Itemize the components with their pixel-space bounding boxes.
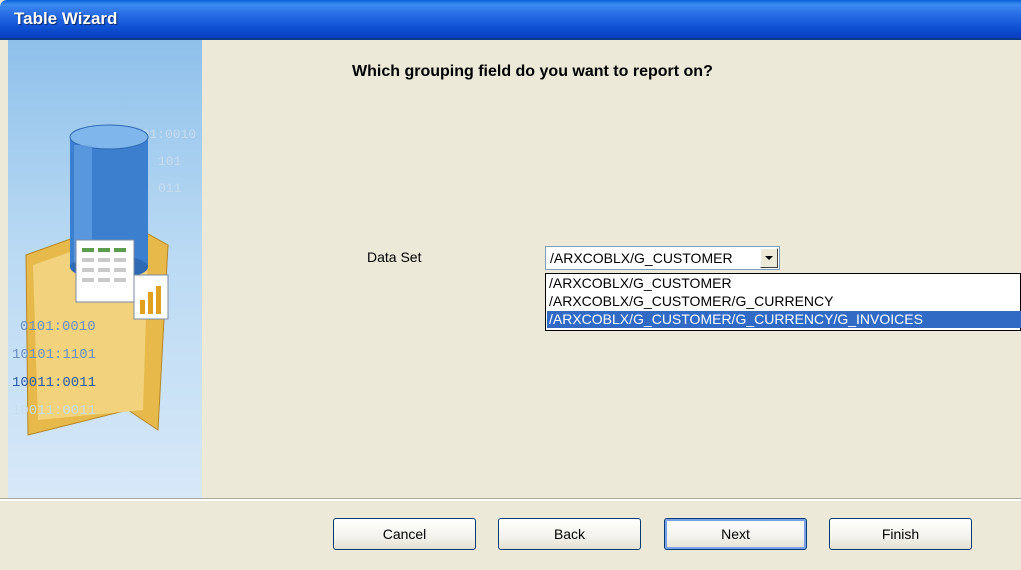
window-title: Table Wizard (14, 9, 118, 28)
binary-text: 10011:0011 (12, 403, 96, 419)
title-bar[interactable]: Table Wizard (0, 0, 1021, 40)
binary-text: 011 (158, 181, 182, 196)
wizard-database-graphic: 0101:0010 101 011 0101:0010 10101:1101 1… (12, 124, 196, 436)
back-button[interactable]: Back (498, 518, 641, 550)
finish-button[interactable]: Finish (829, 518, 972, 550)
chevron-down-icon[interactable] (760, 248, 778, 268)
binary-text: 10011:0011 (12, 375, 96, 391)
cancel-button[interactable]: Cancel (333, 518, 476, 550)
binary-text: 10101:1101 (12, 347, 96, 363)
dropdown-option[interactable]: /ARXCOBLX/G_CUSTOMER/G_CURRENCY (547, 293, 1021, 310)
dropdown-option-selected[interactable]: /ARXCOBLX/G_CUSTOMER/G_CURRENCY/G_INVOIC… (547, 311, 1021, 328)
data-set-selected-value: /ARXCOBLX/G_CUSTOMER (550, 250, 733, 266)
data-set-dropdown-list: /ARXCOBLX/G_CUSTOMER /ARXCOBLX/G_CUSTOME… (545, 273, 1021, 331)
data-set-label: Data Set (367, 249, 422, 265)
footer-divider (0, 498, 1021, 501)
data-set-select[interactable]: /ARXCOBLX/G_CUSTOMER (545, 246, 780, 270)
binary-text: 101 (158, 154, 182, 169)
binary-text: 0101:0010 (20, 319, 96, 335)
next-button[interactable]: Next (664, 518, 807, 550)
page-heading: Which grouping field do you want to repo… (352, 63, 713, 80)
wizard-graphic-panel: 0101:0010 101 011 0101:0010 10101:1101 1… (8, 40, 202, 498)
dropdown-option[interactable]: /ARXCOBLX/G_CUSTOMER (547, 275, 1021, 292)
